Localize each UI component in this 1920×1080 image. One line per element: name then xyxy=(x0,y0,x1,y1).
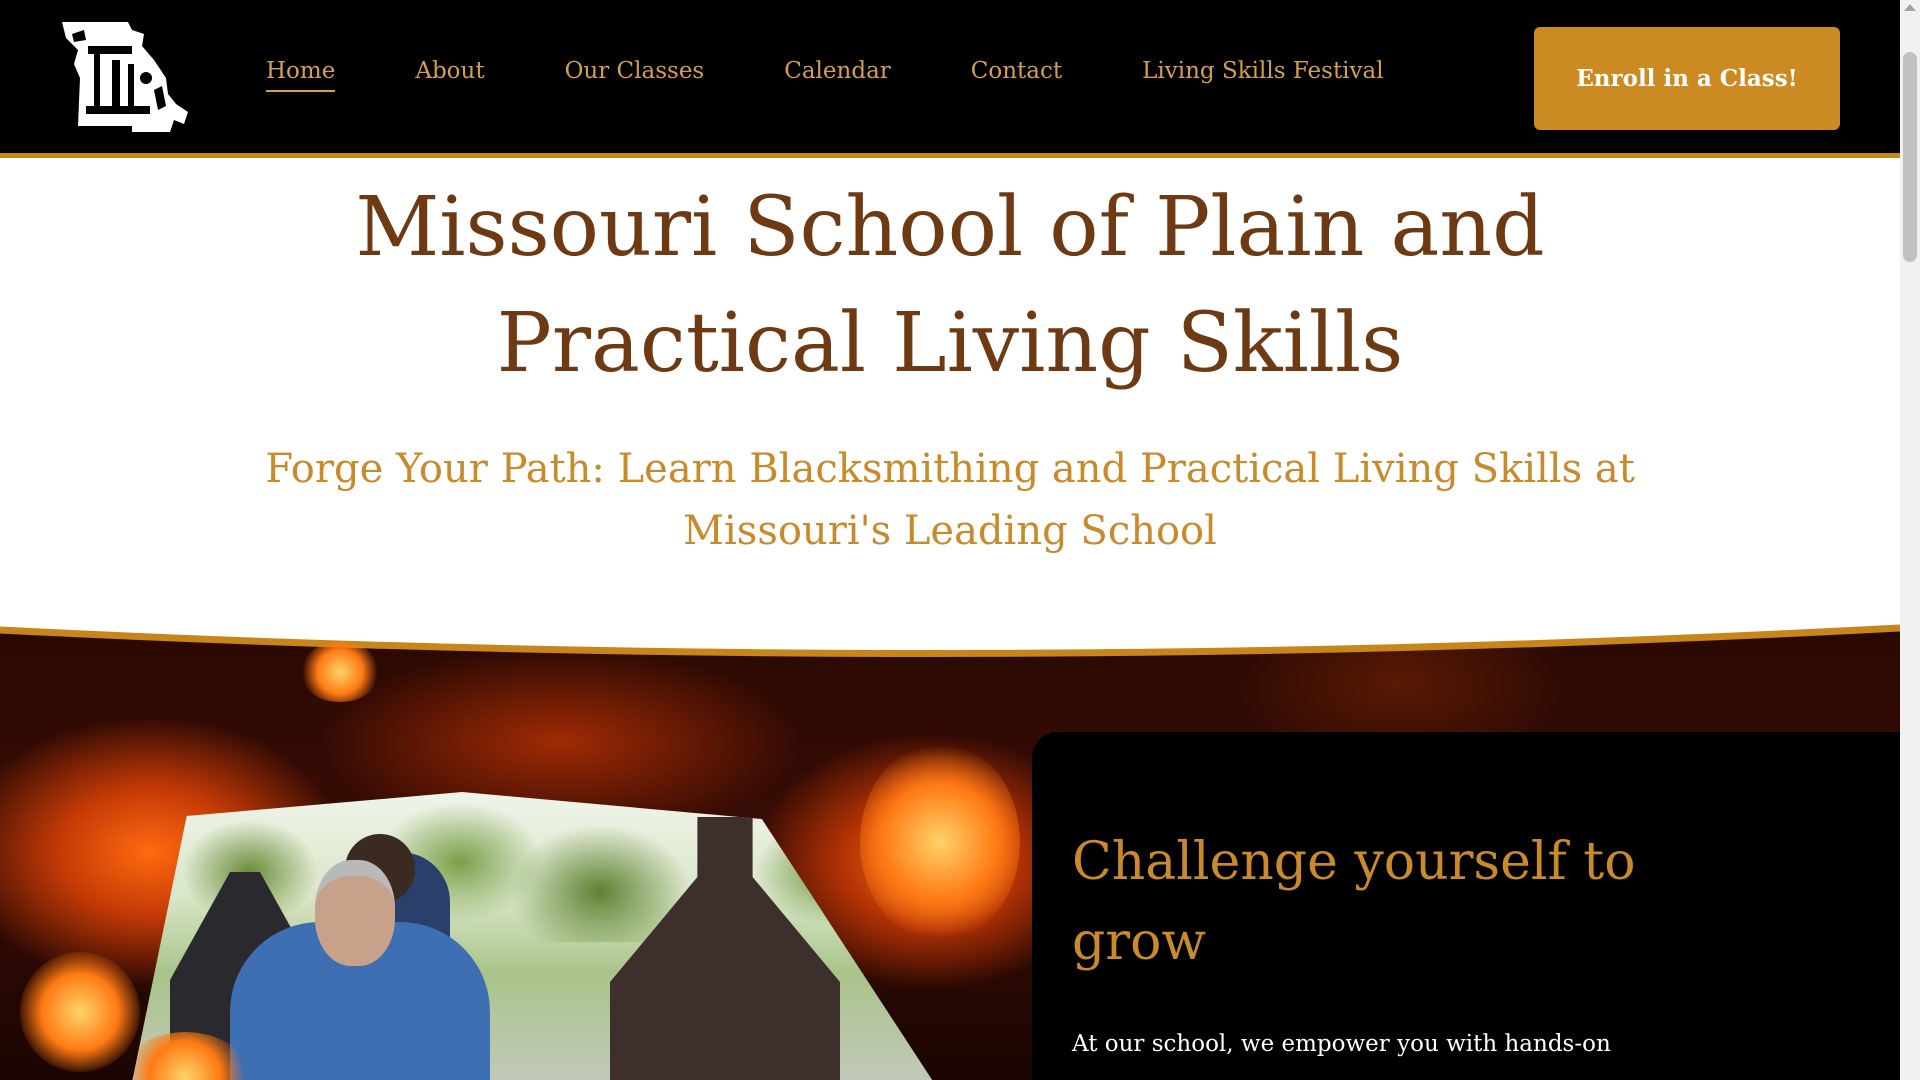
main-nav: Home About Our Classes Calendar Contact … xyxy=(266,58,1464,92)
photo-person-foreground-head xyxy=(315,860,395,966)
hero-subtitle: Forge Your Path: Learn Blacksmithing and… xyxy=(265,446,1635,554)
feature-body: At our school, we empower you with hands… xyxy=(1072,1031,1611,1057)
page: Home About Our Classes Calendar Contact … xyxy=(0,0,1920,1080)
site-logo[interactable] xyxy=(58,20,190,138)
enroll-button[interactable]: Enroll in a Class! xyxy=(1534,27,1840,130)
nav-item-home[interactable]: Home xyxy=(266,58,336,92)
nav-item-contact[interactable]: Contact xyxy=(971,58,1062,92)
fire-glow xyxy=(20,952,140,1072)
nav-item-about[interactable]: About xyxy=(415,58,484,92)
scrollbar-thumb[interactable] xyxy=(1903,52,1917,262)
fire-glow xyxy=(300,642,380,702)
hero-title: Missouri School of Plain and Practical L… xyxy=(355,180,1545,391)
nav-item-our-classes[interactable]: Our Classes xyxy=(565,58,705,92)
blacksmith-photo xyxy=(130,792,940,1080)
feature-card: Challenge yourself to grow At our school… xyxy=(1032,732,1912,1080)
fire-glow xyxy=(860,742,1020,942)
feature-title: Challenge yourself to grow xyxy=(1072,832,1636,972)
scrollbar[interactable] xyxy=(1900,0,1920,1080)
nav-item-calendar[interactable]: Calendar xyxy=(784,58,891,92)
site-header: Home About Our Classes Calendar Contact … xyxy=(0,0,1900,158)
scroll-up-arrow-icon[interactable] xyxy=(1904,4,1916,11)
nav-item-living-skills-festival[interactable]: Living Skills Festival xyxy=(1142,58,1383,92)
section-divider-curve xyxy=(0,622,1900,657)
missouri-tools-logo-icon xyxy=(62,22,188,132)
